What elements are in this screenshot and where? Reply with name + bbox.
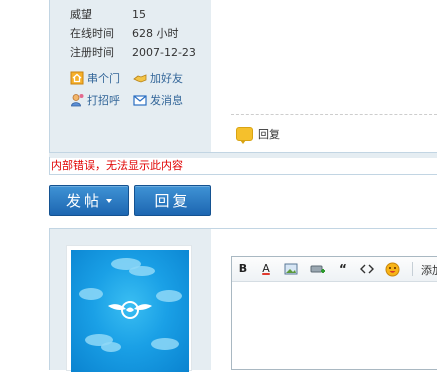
add-friend-label: 加好友 xyxy=(150,72,183,85)
quote-icon[interactable]: “ xyxy=(336,262,350,276)
current-user-sidebar xyxy=(49,228,213,372)
reply-editor: B A “ 添加 xyxy=(231,256,437,370)
stat-register-date: 注册时间 2007-12-23 xyxy=(70,44,196,60)
reply-button[interactable]: 回复 xyxy=(134,185,211,216)
font-color-icon[interactable]: A xyxy=(259,262,273,276)
wing-emblem-icon xyxy=(108,301,152,319)
avatar-frame xyxy=(66,245,192,372)
code-icon[interactable] xyxy=(360,262,374,276)
visit-link[interactable]: 串个门 xyxy=(70,70,120,86)
stat-value: 15 xyxy=(132,8,146,21)
attachment-icon[interactable] xyxy=(310,262,325,276)
reply-bubble-icon xyxy=(236,127,253,144)
greet-label: 打招呼 xyxy=(87,94,120,107)
avatar[interactable] xyxy=(71,250,189,372)
stat-prestige: 威望 15 xyxy=(70,6,146,22)
greet-link[interactable]: 打招呼 xyxy=(70,92,120,108)
add-friend-link[interactable]: 加好友 xyxy=(133,70,183,86)
image-icon[interactable] xyxy=(284,262,298,276)
chevron-down-icon xyxy=(106,198,112,203)
error-message: 内部错误，无法显示此内容 xyxy=(49,157,437,175)
bold-icon[interactable]: B xyxy=(236,262,250,276)
post-content-area: 回复 xyxy=(211,0,437,152)
quick-reply-area: B A “ 添加 xyxy=(211,228,437,370)
new-post-button[interactable]: 发帖 xyxy=(49,185,129,216)
new-post-label: 发帖 xyxy=(65,192,102,210)
stat-online-time: 在线时间 628 小时 xyxy=(70,25,179,41)
visit-label: 串个门 xyxy=(87,72,120,85)
stat-label: 威望 xyxy=(70,8,92,21)
greet-person-icon xyxy=(70,93,84,107)
home-icon xyxy=(70,71,84,85)
envelope-icon xyxy=(133,93,147,107)
post-reply-label: 回复 xyxy=(258,128,280,141)
previous-post: 威望 15 在线时间 628 小时 注册时间 2007-12-23 串个门 加好友 打… xyxy=(0,0,437,158)
stat-value: 628 小时 xyxy=(132,27,179,40)
handshake-icon xyxy=(133,71,147,85)
send-message-link[interactable]: 发消息 xyxy=(133,92,183,108)
send-message-label: 发消息 xyxy=(150,94,183,107)
post-divider xyxy=(231,114,437,115)
toolbar-more-label[interactable]: 添加 xyxy=(421,262,437,278)
stat-label: 注册时间 xyxy=(70,46,114,59)
editor-toolbar: B A “ 添加 xyxy=(232,257,437,282)
stat-value: 2007-12-23 xyxy=(132,46,196,59)
smiley-icon[interactable] xyxy=(385,262,400,277)
toolbar-divider xyxy=(412,262,413,276)
post-reply-link[interactable]: 回复 xyxy=(236,126,280,144)
author-sidebar: 威望 15 在线时间 628 小时 注册时间 2007-12-23 串个门 加好友 打… xyxy=(49,0,213,152)
stat-label: 在线时间 xyxy=(70,27,114,40)
reply-button-label: 回复 xyxy=(154,192,191,210)
